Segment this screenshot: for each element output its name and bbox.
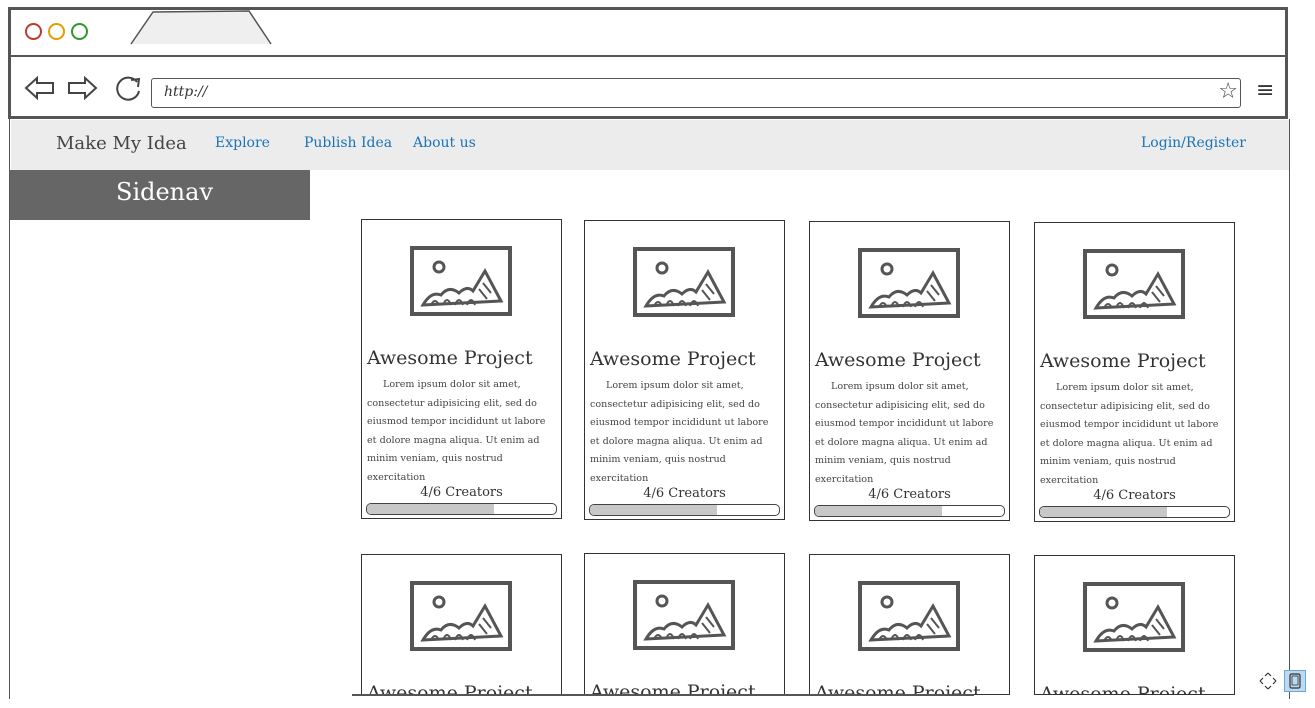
nav-link-explore[interactable]: Explore xyxy=(215,135,270,151)
image-placeholder-icon xyxy=(409,245,513,317)
card-description: Lorem ipsum dolor sit amet, consectetur … xyxy=(815,381,994,485)
maximize-window-button[interactable] xyxy=(71,23,88,40)
image-placeholder-icon xyxy=(857,580,961,652)
sidenav-label: Sidenav xyxy=(116,178,214,206)
close-window-button[interactable] xyxy=(25,23,42,40)
window-controls xyxy=(25,23,88,40)
progress-fill xyxy=(590,505,717,515)
image-placeholder-icon xyxy=(1082,248,1186,320)
creators-count: 4/6 Creators xyxy=(1093,488,1176,503)
star-icon[interactable]: ☆ xyxy=(1218,80,1238,104)
viewport-controls xyxy=(1257,670,1306,692)
resize-handle-icon[interactable] xyxy=(1257,670,1279,692)
card-description: Lorem ipsum dolor sit amet, consectetur … xyxy=(367,379,546,483)
back-arrow-icon[interactable] xyxy=(23,74,57,102)
card-title[interactable]: Awesome Project xyxy=(367,347,533,369)
top-navbar: Make My Idea Explore Publish Idea About … xyxy=(11,120,1289,170)
card-description: Lorem ipsum dolor sit amet, consectetur … xyxy=(590,380,769,484)
creators-progress-bar xyxy=(1039,506,1230,518)
nav-link-publish-idea[interactable]: Publish Idea xyxy=(304,135,392,151)
image-placeholder-icon xyxy=(1082,581,1186,653)
project-card[interactable]: Awesome Project Lorem ipsum dolor sit ame… xyxy=(809,221,1010,521)
creators-count: 4/6 Creators xyxy=(420,485,503,500)
card-title[interactable]: Awesome Project xyxy=(590,348,756,370)
address-bar[interactable]: http:// ☆ xyxy=(151,78,1241,108)
project-card[interactable]: Awesome Project Lorem ipsum dolor sit ame… xyxy=(361,219,562,519)
card-title[interactable]: Awesome Project xyxy=(1040,683,1206,694)
browser-tab[interactable] xyxy=(129,10,273,46)
project-card[interactable]: Awesome Project xyxy=(361,554,562,695)
creators-progress-bar xyxy=(814,505,1005,517)
progress-fill xyxy=(815,506,942,516)
creators-count: 4/6 Creators xyxy=(643,486,726,501)
browser-toolbar: http:// ☆ ≡ xyxy=(11,57,1285,117)
brand-logo[interactable]: Make My Idea xyxy=(56,133,187,154)
mobile-view-icon[interactable] xyxy=(1284,670,1306,692)
progress-fill xyxy=(367,504,494,514)
project-card[interactable]: Awesome Project xyxy=(584,553,785,695)
card-title[interactable]: Awesome Project xyxy=(1040,350,1206,372)
progress-fill xyxy=(1040,507,1167,517)
forward-arrow-icon[interactable] xyxy=(65,74,99,102)
card-title[interactable]: Awesome Project xyxy=(815,349,981,371)
creators-progress-bar xyxy=(366,503,557,515)
nav-link-about-us[interactable]: About us xyxy=(413,135,476,151)
login-register-link[interactable]: Login/Register xyxy=(1141,135,1246,151)
creators-count: 4/6 Creators xyxy=(868,487,951,502)
project-card[interactable]: Awesome Project Lorem ipsum dolor sit ame… xyxy=(1034,222,1235,522)
hamburger-menu-icon[interactable]: ≡ xyxy=(1256,78,1274,103)
creators-progress-bar xyxy=(589,504,780,516)
project-card[interactable]: Awesome Project xyxy=(1034,555,1235,695)
url-text[interactable]: http:// xyxy=(164,84,207,100)
image-placeholder-icon xyxy=(632,246,736,318)
content-divider xyxy=(352,694,974,696)
project-card[interactable]: Awesome Project Lorem ipsum dolor sit ame… xyxy=(584,220,785,520)
image-placeholder-icon xyxy=(409,580,513,652)
minimize-window-button[interactable] xyxy=(48,23,65,40)
image-placeholder-icon xyxy=(857,247,961,319)
sidenav-header[interactable]: Sidenav xyxy=(10,170,310,220)
image-placeholder-icon xyxy=(632,579,736,651)
card-title[interactable]: Awesome Project xyxy=(590,681,756,694)
browser-window: http:// ☆ ≡ xyxy=(8,7,1288,119)
card-description: Lorem ipsum dolor sit amet, consectetur … xyxy=(1040,382,1219,486)
reload-icon[interactable] xyxy=(111,74,145,102)
project-card[interactable]: Awesome Project xyxy=(809,554,1010,695)
